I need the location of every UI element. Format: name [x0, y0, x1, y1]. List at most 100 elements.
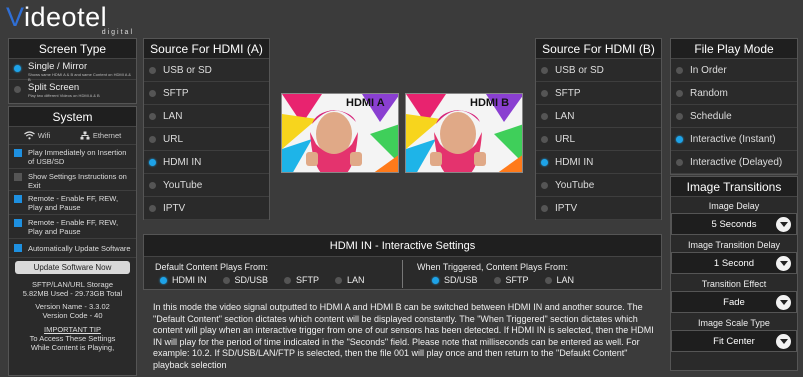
radio-option[interactable]: HDMI IN	[144, 151, 269, 174]
radio-dot[interactable]	[676, 158, 683, 166]
radio-dot[interactable]	[149, 66, 156, 74]
radio-option[interactable]: IPTV	[536, 197, 661, 220]
hdmi-b-preview: HDMI B	[405, 93, 523, 173]
inline-radio-option[interactable]: LAN	[335, 275, 365, 285]
radio-dot[interactable]	[149, 158, 156, 166]
radio-label: URL	[555, 133, 576, 145]
radio-label: Random	[690, 87, 728, 99]
radio-dot[interactable]	[676, 66, 683, 74]
checkbox-remote-enable-1[interactable]: Remote - Enable FF, REW, Play and Pause	[9, 191, 136, 215]
inline-radio-option[interactable]: SFTP	[284, 275, 319, 285]
radio-dot[interactable]	[149, 204, 156, 212]
radio-option[interactable]: Schedule	[671, 105, 797, 128]
checkbox-label: Remote - Enable FF, REW, Play and Pause	[28, 218, 119, 236]
radio-option[interactable]: URL	[144, 128, 269, 151]
ethernet-option[interactable]: Ethernet	[80, 131, 121, 140]
image-transitions-title: Image Transitions	[671, 177, 797, 197]
radio-option[interactable]: IPTV	[144, 197, 269, 220]
radio-dot[interactable]	[541, 181, 548, 189]
radio-option[interactable]: Interactive (Delayed)	[671, 151, 797, 174]
radio-option[interactable]: HDMI IN	[536, 151, 661, 174]
radio-option[interactable]: USB or SD	[144, 59, 269, 82]
radio-dot[interactable]	[676, 135, 683, 143]
checkbox-icon[interactable]	[14, 173, 22, 181]
chevron-down-icon[interactable]	[776, 256, 791, 271]
radio-dot[interactable]	[544, 276, 552, 284]
radio-dot[interactable]	[541, 204, 548, 212]
chevron-down-icon[interactable]	[776, 295, 791, 310]
radio-dot[interactable]	[541, 89, 548, 97]
hdmi-a-preview: HDMI A	[281, 93, 399, 173]
radio-option[interactable]: YouTube	[144, 174, 269, 197]
chevron-down-icon[interactable]	[776, 217, 791, 232]
wifi-option[interactable]: Wifi	[23, 131, 50, 140]
radio-dot[interactable]	[149, 135, 156, 143]
radio-dot[interactable]	[284, 276, 292, 284]
logo-v: V	[6, 2, 25, 32]
radio-dot[interactable]	[149, 181, 156, 189]
inline-radio-option[interactable]: HDMI IN	[160, 275, 207, 285]
radio-dot[interactable]	[541, 112, 548, 120]
radio-dot[interactable]	[432, 276, 439, 284]
checkbox-icon[interactable]	[14, 244, 22, 252]
screen-type-title: Screen Type	[9, 39, 136, 59]
radio-single[interactable]	[14, 65, 21, 72]
radio-label: LAN	[556, 275, 575, 285]
radio-label: HDMI IN	[163, 156, 202, 168]
image-delay-select[interactable]: 5 Seconds	[671, 213, 797, 235]
transition-effect-select[interactable]: Fade	[671, 291, 797, 313]
checkbox-play-immediately[interactable]: Play Immediately on Insertion of USB/SD	[9, 145, 136, 169]
update-software-button[interactable]: Update Software Now	[15, 261, 130, 274]
file-play-mode-panel: File Play Mode In Order Random Schedule Int…	[670, 38, 798, 175]
radio-dot[interactable]	[160, 276, 167, 284]
inline-radio-option[interactable]: SD/USB	[432, 275, 478, 285]
radio-label: In Order	[690, 64, 727, 76]
version-code: Version Code - 40	[42, 311, 103, 320]
checkbox-icon[interactable]	[14, 195, 22, 203]
image-delay-label: Image Delay	[708, 201, 760, 211]
inline-radio-option[interactable]: LAN	[544, 275, 575, 285]
radio-dot[interactable]	[493, 276, 501, 284]
radio-dot[interactable]	[541, 158, 548, 166]
radio-dot[interactable]	[676, 112, 683, 120]
image-scale-select[interactable]: Fit Center	[671, 330, 797, 352]
inline-radio-option[interactable]: SFTP	[493, 275, 529, 285]
radio-label: SFTP	[296, 275, 320, 285]
radio-label: LAN	[163, 110, 183, 122]
image-scale-value: Fit Center	[713, 335, 755, 347]
radio-dot[interactable]	[222, 276, 230, 284]
checkbox-icon[interactable]	[14, 149, 22, 157]
radio-dot[interactable]	[541, 66, 548, 74]
radio-label: SFTP	[163, 87, 189, 99]
radio-option[interactable]: LAN	[144, 105, 269, 128]
radio-option[interactable]: URL	[536, 128, 661, 151]
radio-option[interactable]: SFTP	[144, 82, 269, 105]
inline-radio-option[interactable]: SD/USB	[222, 275, 268, 285]
radio-option[interactable]: Random	[671, 82, 797, 105]
radio-label: USB or SD	[555, 64, 604, 76]
radio-dot[interactable]	[149, 112, 156, 120]
radio-option[interactable]: SFTP	[536, 82, 661, 105]
wifi-icon	[23, 131, 35, 140]
radio-dot[interactable]	[335, 276, 343, 284]
transition-delay-label: Image Transition Delay	[687, 240, 781, 250]
radio-split[interactable]	[14, 86, 21, 93]
single-label: Single / Mirror	[28, 61, 88, 72]
radio-dot[interactable]	[676, 89, 683, 97]
radio-option[interactable]: USB or SD	[536, 59, 661, 82]
radio-dot[interactable]	[541, 135, 548, 143]
checkbox-icon[interactable]	[14, 219, 22, 227]
radio-option[interactable]: Interactive (Instant)	[671, 128, 797, 151]
chevron-down-icon[interactable]	[776, 334, 791, 349]
radio-option[interactable]: LAN	[536, 105, 661, 128]
radio-option[interactable]: In Order	[671, 59, 797, 82]
radio-option[interactable]: YouTube	[536, 174, 661, 197]
radio-dot[interactable]	[149, 89, 156, 97]
checkbox-show-instructions[interactable]: Show Settings Instructions on Exit	[9, 169, 136, 191]
screen-type-single[interactable]: Single / Mirror Shows same HDMI A & B an…	[9, 59, 136, 82]
image-transitions-panel: Image Transitions Image Delay 5 Seconds …	[670, 176, 798, 371]
checkbox-auto-update[interactable]: Automatically Update Software	[9, 239, 136, 258]
screen-type-split[interactable]: Split Screen Play two different Videos o…	[9, 80, 136, 101]
transition-delay-select[interactable]: 1 Second	[671, 252, 797, 274]
checkbox-remote-enable-2[interactable]: Remote - Enable FF, REW, Play and Pause	[9, 215, 136, 239]
